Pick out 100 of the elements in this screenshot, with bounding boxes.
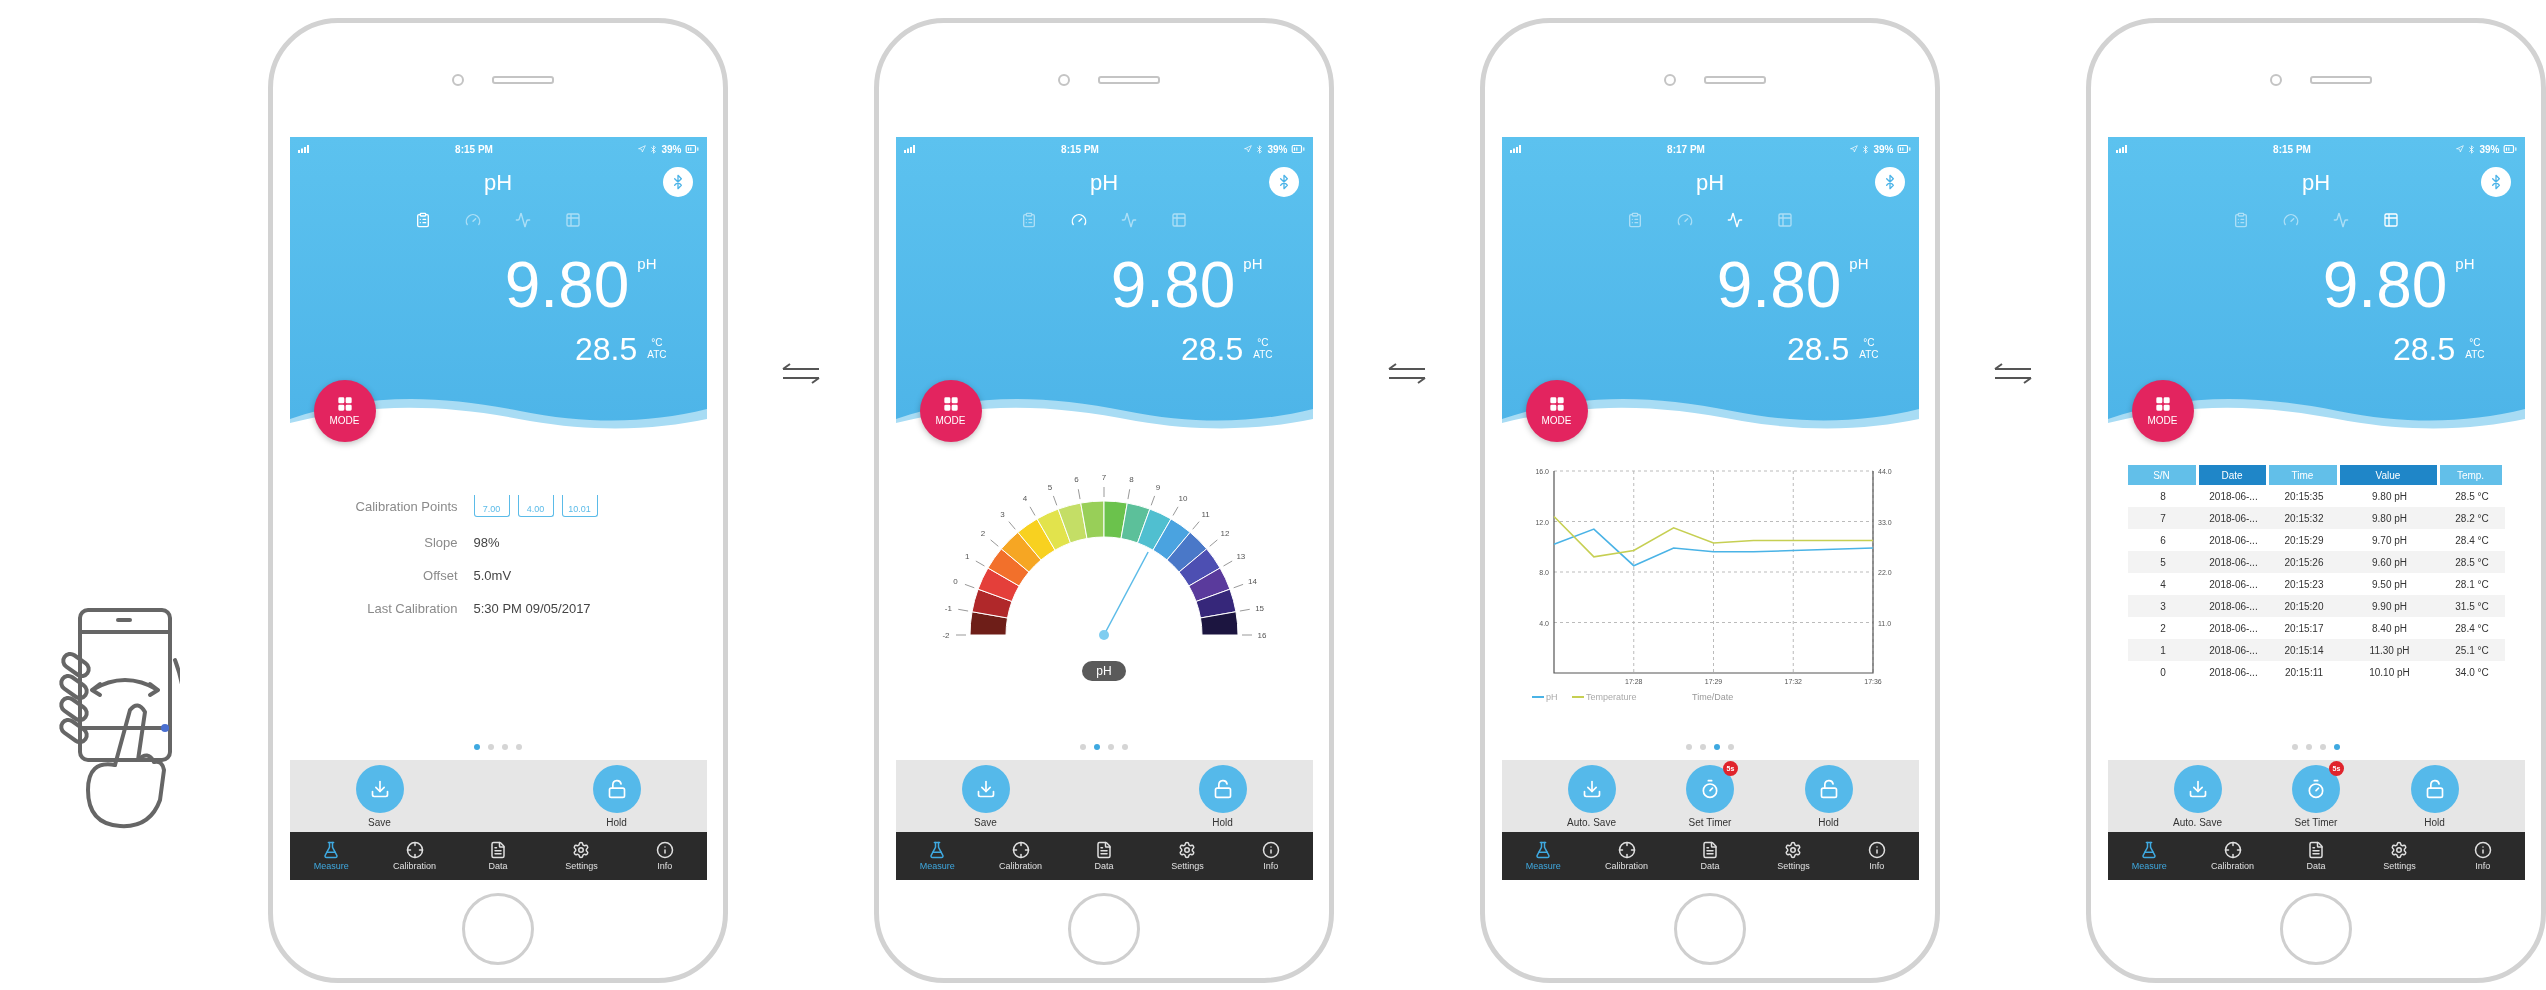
bluetooth-icon <box>2467 144 2477 154</box>
list-icon[interactable] <box>1627 212 1643 228</box>
line-chart-icon[interactable] <box>1121 212 1137 228</box>
page-dot[interactable] <box>1686 744 1692 750</box>
gauge-tick-label: -2 <box>941 631 950 640</box>
page-dot[interactable] <box>2306 744 2312 750</box>
gauge-tick-label: 7 <box>1101 473 1106 482</box>
nav-tab[interactable]: Calibration <box>1584 832 1669 880</box>
list-icon[interactable] <box>415 212 431 228</box>
page-dot[interactable] <box>474 744 480 750</box>
reading-value: 9.80 <box>504 253 630 317</box>
nav-tab[interactable]: Settings <box>539 832 624 880</box>
info-icon <box>1867 841 1886 859</box>
page-dot[interactable] <box>1714 744 1720 750</box>
table-cell-text: 28.1 °C <box>2454 578 2490 590</box>
timer-icon <box>2306 778 2326 799</box>
bluetooth-button[interactable] <box>1874 167 1905 197</box>
home-button[interactable] <box>462 893 534 965</box>
page-dot[interactable] <box>2292 744 2298 750</box>
gauge-icon[interactable] <box>465 212 481 228</box>
gauge-icon[interactable] <box>1071 212 1087 228</box>
page-dot[interactable] <box>1108 744 1114 750</box>
compensation-label: ATC <box>1253 349 1273 361</box>
crosshair-icon <box>1011 841 1030 859</box>
page-dot[interactable] <box>1080 744 1086 750</box>
nav-tab[interactable]: Settings <box>2357 832 2442 880</box>
page-dot[interactable] <box>2334 744 2340 750</box>
compensation-label: ATC <box>647 349 667 361</box>
page-dot[interactable] <box>516 744 522 750</box>
nav-tab[interactable]: Measure <box>289 832 373 880</box>
temperature-unit: °C <box>1863 337 1875 349</box>
nav-tab[interactable]: Data <box>1062 832 1146 880</box>
gauge-tick-label: 0 <box>952 576 958 586</box>
screen-title: pH <box>2301 170 2331 196</box>
home-button[interactable] <box>1674 893 1746 965</box>
page-dot[interactable] <box>1122 744 1128 750</box>
table-cell-text: 20:15:35 <box>2283 490 2325 502</box>
page-dot[interactable] <box>1700 744 1706 750</box>
unlock-icon <box>2424 778 2445 799</box>
table-icon[interactable] <box>2383 212 2399 228</box>
nav-tab[interactable]: Data <box>456 832 540 880</box>
screen-title: pH <box>1695 170 1725 196</box>
nav-tab[interactable]: Calibration <box>372 832 457 880</box>
page-dot[interactable] <box>488 744 494 750</box>
table-icon[interactable] <box>565 212 581 228</box>
line-chart-icon[interactable] <box>515 212 531 228</box>
screen-title: pH <box>483 170 513 196</box>
action-label: Hold <box>1212 816 1233 828</box>
grid-icon <box>1548 396 1565 412</box>
nav-tab[interactable]: Info <box>1229 832 1313 880</box>
line-chart-icon[interactable] <box>1727 212 1743 228</box>
nav-tab[interactable]: Measure <box>895 832 979 880</box>
nav-tab[interactable]: Calibration <box>978 832 1063 880</box>
settings-icon <box>1178 841 1197 859</box>
camera-dot <box>2270 74 2282 86</box>
nav-tab[interactable]: Data <box>1668 832 1752 880</box>
gauge-icon[interactable] <box>2283 212 2299 228</box>
table-cell-text: 4 <box>2159 578 2167 590</box>
reading-value: 9.80 <box>2322 253 2448 317</box>
gauge-tick-label: 4 <box>1022 494 1027 504</box>
nav-tab[interactable]: Info <box>2441 832 2525 880</box>
temperature-value: 28.5 <box>1180 333 1244 365</box>
nav-tab[interactable]: Data <box>2274 832 2358 880</box>
save-icon <box>975 778 996 799</box>
save-icon <box>1581 778 1602 799</box>
table-icon[interactable] <box>1171 212 1187 228</box>
table-cell-text: 9.70 pH <box>2371 534 2408 546</box>
bluetooth-button[interactable] <box>2480 167 2511 197</box>
gauge-icon[interactable] <box>1677 212 1693 228</box>
page-dot[interactable] <box>1728 744 1734 750</box>
unlock-icon <box>1818 778 1839 799</box>
nav-tab[interactable]: Settings <box>1145 832 1230 880</box>
bluetooth-button[interactable] <box>1268 167 1299 197</box>
list-icon[interactable] <box>1021 212 1037 228</box>
nav-tab[interactable]: Info <box>1835 832 1919 880</box>
home-button[interactable] <box>1068 893 1140 965</box>
battery-level: 39% <box>661 143 682 155</box>
bluetooth-button[interactable] <box>662 167 693 197</box>
gauge-tick-label: 10 <box>1178 494 1187 504</box>
nav-tab[interactable]: Calibration <box>2190 832 2275 880</box>
unlock-icon <box>1212 778 1233 799</box>
nav-tab[interactable]: Settings <box>1751 832 1836 880</box>
table-icon[interactable] <box>1777 212 1793 228</box>
column-header: Value <box>2339 465 2437 485</box>
table-cell-text: 28.5 °C <box>2454 556 2490 568</box>
home-button[interactable] <box>2280 893 2352 965</box>
page-dot[interactable] <box>2320 744 2326 750</box>
unit-label: pH <box>1082 661 1126 681</box>
page-dot[interactable] <box>1094 744 1100 750</box>
axis-title: Time/Date <box>1691 692 1733 702</box>
nav-tab[interactable]: Info <box>623 832 707 880</box>
calibration-point-badge: 7.00 <box>473 495 510 517</box>
nav-tab[interactable]: Measure <box>1501 832 1585 880</box>
page-dot[interactable] <box>502 744 508 750</box>
list-icon[interactable] <box>2233 212 2249 228</box>
action-label: Auto. Save <box>2173 816 2222 828</box>
nav-tab[interactable]: Measure <box>2107 832 2191 880</box>
table-cell-text: 20:15:23 <box>2283 578 2325 590</box>
document-icon <box>489 841 507 859</box>
line-chart-icon[interactable] <box>2333 212 2349 228</box>
